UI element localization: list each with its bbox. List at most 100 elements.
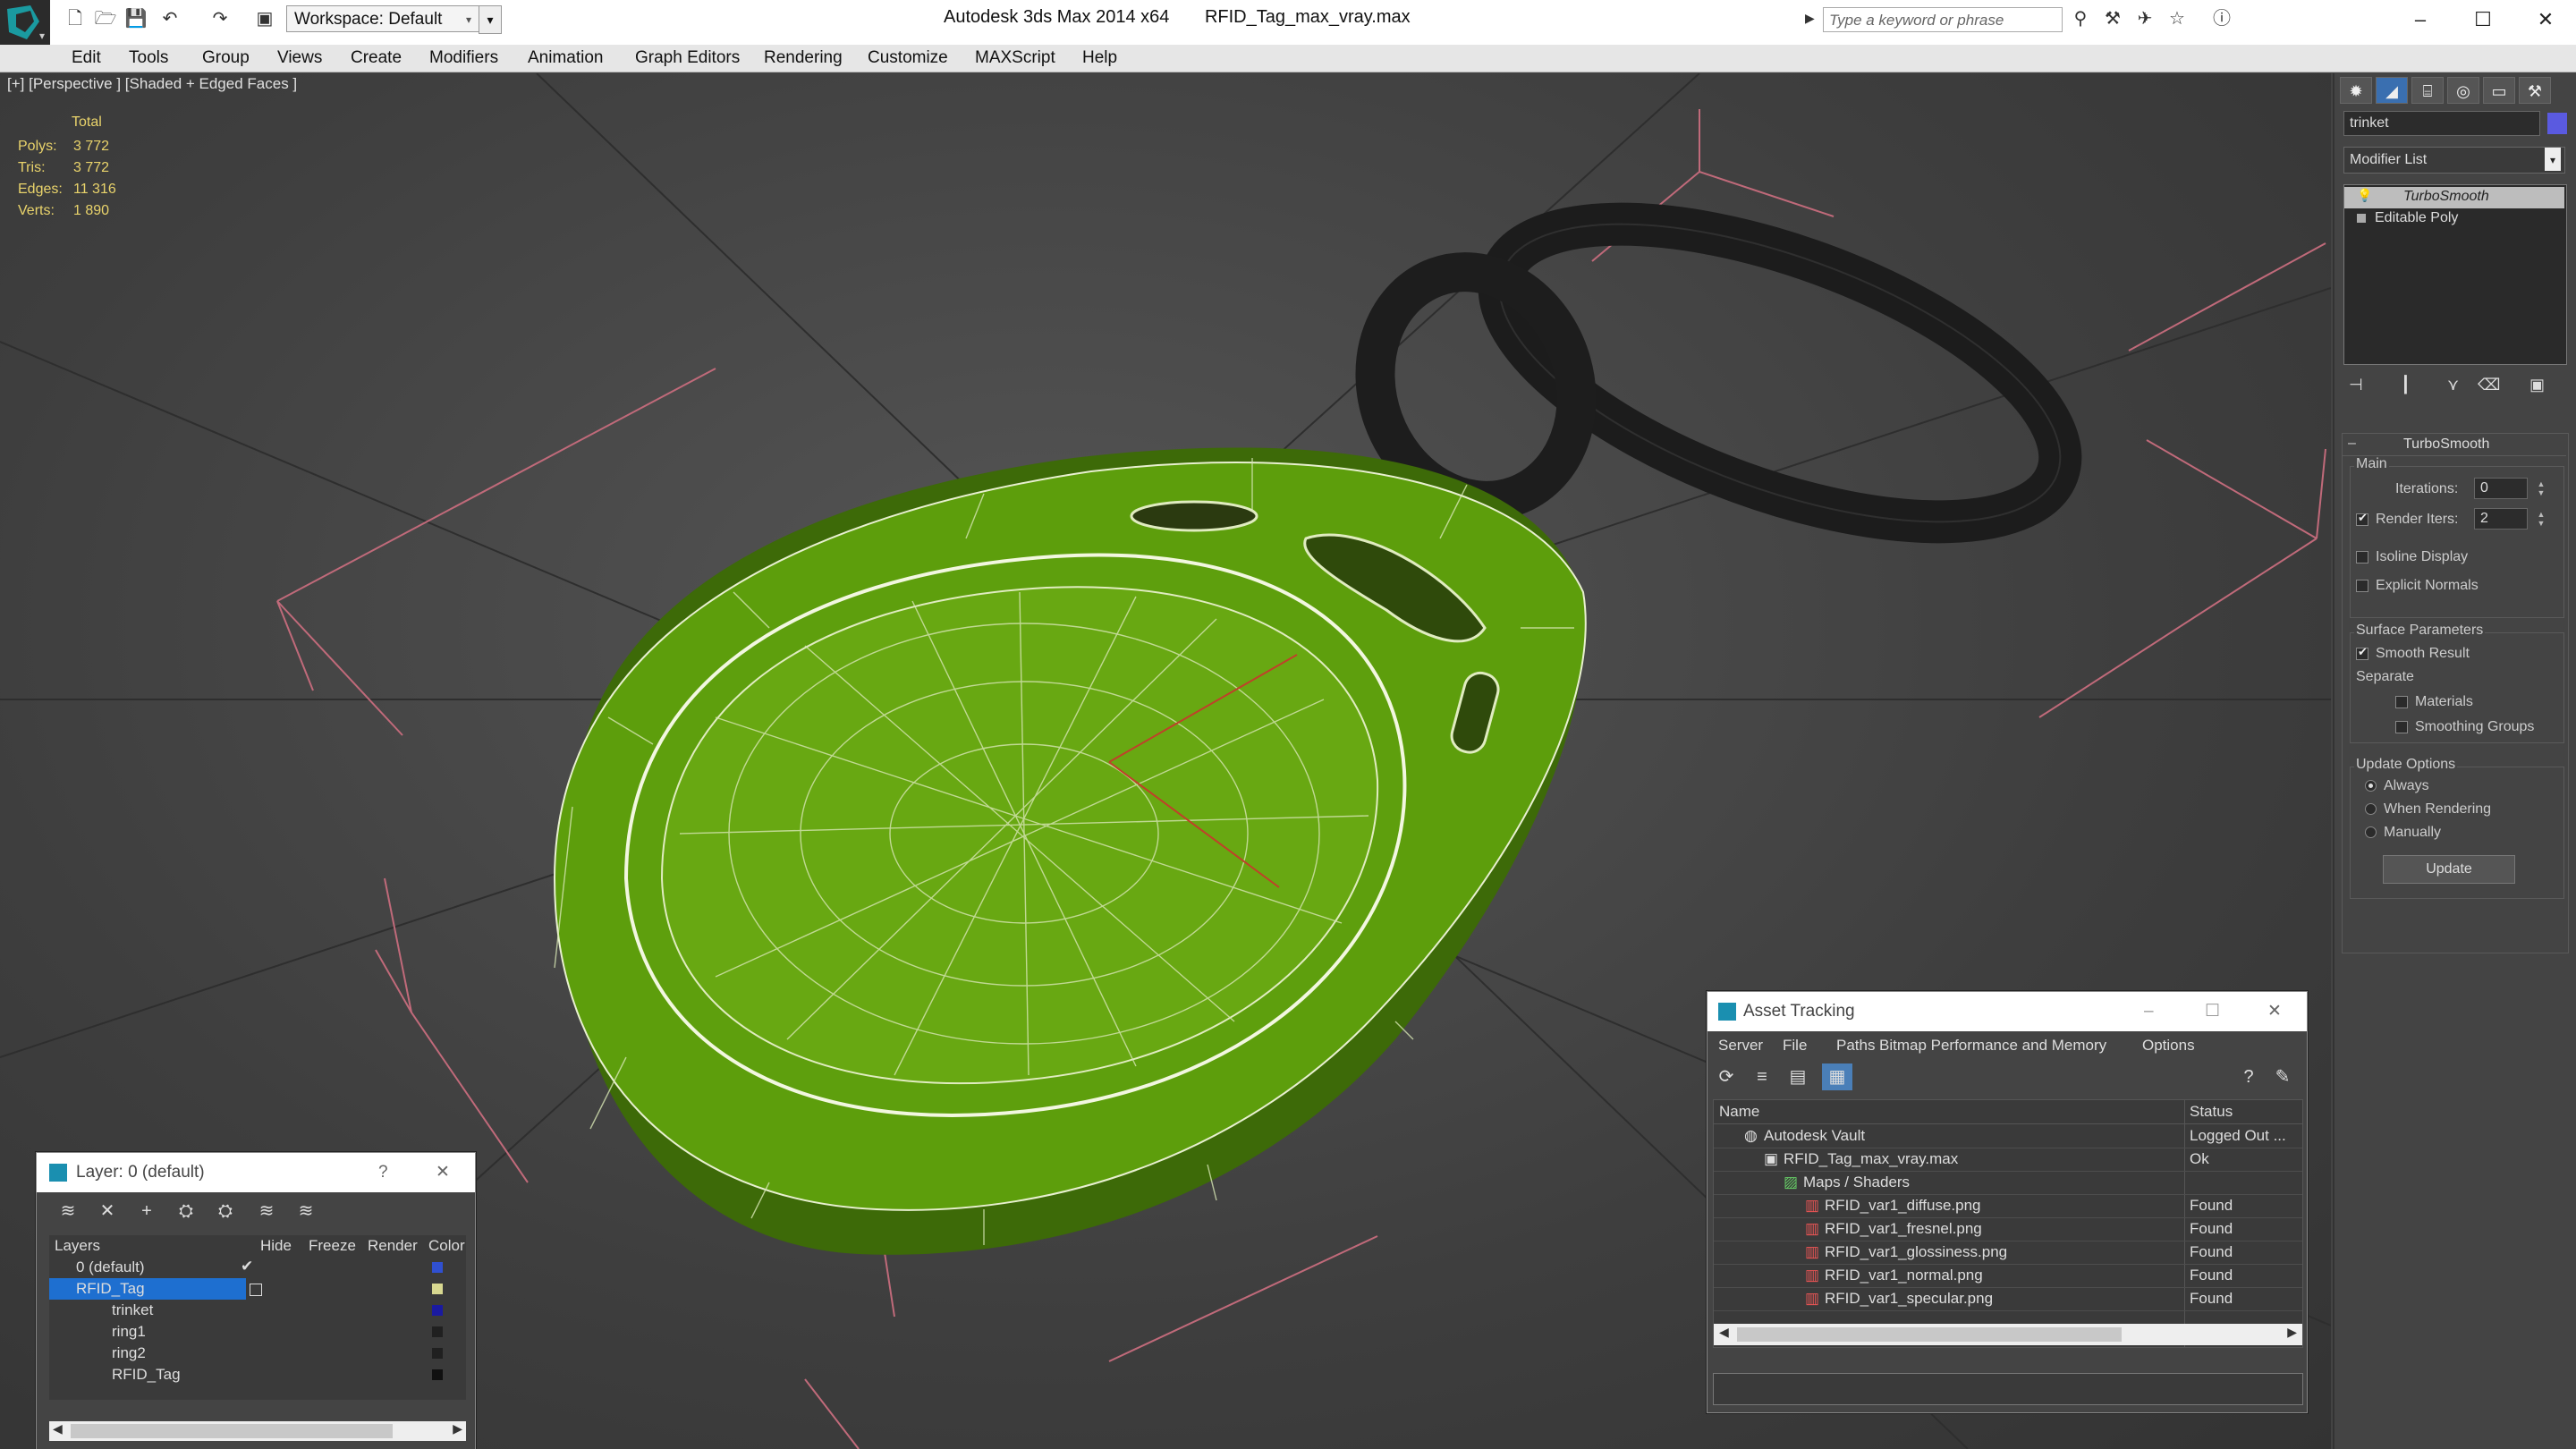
- help-button[interactable]: ?: [378, 1153, 388, 1192]
- layer-color-swatch[interactable]: [432, 1369, 443, 1380]
- highlight-icon[interactable]: ✎: [2267, 1063, 2298, 1090]
- asset-row[interactable]: ▥ RFID_var1_normal.png Found: [1714, 1265, 2302, 1288]
- scroll-right-icon[interactable]: ▶: [453, 1421, 462, 1436]
- workspace-dropdown-button[interactable]: ▾: [479, 5, 502, 34]
- layer-row[interactable]: RFID_Tag: [49, 1364, 466, 1385]
- col-name[interactable]: Name: [1719, 1103, 1759, 1121]
- render-iters-row[interactable]: Render Iters:: [2356, 511, 2458, 528]
- menu-views[interactable]: Views: [277, 48, 322, 68]
- explicit-normals-checkbox[interactable]: [2356, 579, 2368, 592]
- smoothing-groups-row[interactable]: Smoothing Groups: [2395, 719, 2534, 735]
- rollout-header[interactable]: – TurboSmooth: [2343, 434, 2566, 456]
- asset-row[interactable]: ▥ RFID_var1_specular.png Found: [1714, 1288, 2302, 1311]
- manually-row[interactable]: Manually: [2365, 825, 2441, 841]
- collapse-icon[interactable]: –: [2348, 436, 2356, 452]
- object-name-field[interactable]: trinket: [2343, 111, 2540, 136]
- close-icon[interactable]: ✕: [2519, 4, 2572, 36]
- render-iters-checkbox[interactable]: [2356, 511, 2368, 526]
- layer-row-selected[interactable]: RFID_Tag: [49, 1278, 246, 1300]
- horizontal-scrollbar[interactable]: ◀ ▶: [49, 1421, 466, 1441]
- menu-customize[interactable]: Customize: [868, 48, 948, 68]
- render-iters-field[interactable]: 2: [2474, 508, 2528, 530]
- stack-item-turbosmooth[interactable]: 💡 TurboSmooth: [2344, 187, 2564, 208]
- menu-create[interactable]: Create: [351, 48, 402, 68]
- delete-layer-icon[interactable]: ✕: [92, 1198, 123, 1224]
- asset-row[interactable]: ▥ RFID_var1_fresnel.png Found: [1714, 1218, 2302, 1241]
- col-render[interactable]: Render: [368, 1237, 418, 1255]
- list-view-icon[interactable]: ≡: [1747, 1063, 1777, 1090]
- communication-icon[interactable]: ✈: [2132, 7, 2157, 30]
- col-freeze[interactable]: Freeze: [309, 1237, 356, 1255]
- close-icon[interactable]: ✕: [436, 1153, 450, 1192]
- scroll-thumb[interactable]: [1737, 1327, 2122, 1342]
- layer-color-swatch[interactable]: [432, 1348, 443, 1359]
- explicit-normals-row[interactable]: Explicit Normals: [2356, 578, 2479, 594]
- pin-stack-icon[interactable]: ⊣: [2349, 376, 2363, 394]
- menu-edit[interactable]: Edit: [72, 48, 101, 68]
- menu-maxscript[interactable]: MAXScript: [975, 48, 1055, 68]
- workspace-select[interactable]: Workspace: Default ▾ ▾: [286, 5, 502, 34]
- materials-checkbox[interactable]: [2395, 695, 2408, 708]
- freeze-all-icon[interactable]: ≋: [291, 1198, 321, 1224]
- create-tab-icon[interactable]: ✹: [2340, 77, 2372, 104]
- select-in-layer-icon[interactable]: ⛭: [171, 1198, 201, 1224]
- iterations-field[interactable]: 0: [2474, 478, 2528, 499]
- help-icon[interactable]: ?: [2233, 1063, 2264, 1090]
- asset-menu-paths[interactable]: Paths: [1836, 1037, 1875, 1055]
- perspective-viewport[interactable]: [+] [Perspective ] [Shaded + Edged Faces…: [0, 73, 2331, 1449]
- layer-color-swatch[interactable]: [432, 1284, 443, 1294]
- display-tab-icon[interactable]: ▭: [2483, 77, 2515, 104]
- isoline-row[interactable]: Isoline Display: [2356, 549, 2468, 565]
- layer-color-swatch[interactable]: [432, 1326, 443, 1337]
- horizontal-scrollbar[interactable]: ◀ ▶: [1714, 1324, 2302, 1345]
- favorites-icon[interactable]: ☆: [2165, 7, 2190, 30]
- asset-window-titlebar[interactable]: Asset Tracking – ☐ ✕: [1707, 992, 2307, 1031]
- undo-icon[interactable]: ↶: [157, 7, 182, 30]
- asset-menu-options[interactable]: Options: [2142, 1037, 2195, 1055]
- table-view-icon[interactable]: ▤: [1783, 1063, 1813, 1090]
- asset-row[interactable]: ◍ Autodesk Vault Logged Out ...: [1714, 1125, 2302, 1148]
- save-icon[interactable]: 💾: [123, 7, 148, 30]
- asset-row[interactable]: ▣ RFID_Tag_max_vray.max Ok: [1714, 1148, 2302, 1172]
- lightbulb-icon[interactable]: 💡: [2357, 188, 2372, 203]
- layer-window[interactable]: Layer: 0 (default) ? ✕ ≋ ✕ + ⛭ ⛭ ≋ ≋ Lay…: [36, 1152, 476, 1449]
- new-file-icon[interactable]: 🗋: [63, 7, 88, 30]
- binoculars-icon[interactable]: ⚲: [2068, 7, 2093, 30]
- smooth-result-row[interactable]: Smooth Result: [2356, 645, 2470, 662]
- configure-sets-icon[interactable]: ▣: [2529, 376, 2545, 394]
- close-icon[interactable]: ✕: [2267, 992, 2282, 1031]
- grid-view-icon[interactable]: ▦: [1822, 1063, 1852, 1090]
- asset-tracking-window[interactable]: Asset Tracking – ☐ ✕ Server File Paths B…: [1707, 991, 2308, 1413]
- spinner-icon[interactable]: ▲ ▼: [2535, 479, 2547, 497]
- col-status[interactable]: Status: [2190, 1103, 2233, 1121]
- remove-modifier-icon[interactable]: ⌫: [2478, 376, 2500, 394]
- layer-row[interactable]: trinket: [49, 1300, 466, 1321]
- scroll-left-icon[interactable]: ◀: [53, 1421, 63, 1436]
- always-row[interactable]: Always: [2365, 778, 2429, 794]
- layer-row[interactable]: ring1: [49, 1321, 466, 1343]
- asset-menu-bitmap[interactable]: Bitmap Performance and Memory: [1879, 1037, 2106, 1055]
- hide-all-icon[interactable]: ≋: [251, 1198, 282, 1224]
- menu-group[interactable]: Group: [202, 48, 250, 68]
- scroll-right-icon[interactable]: ▶: [2287, 1325, 2297, 1340]
- utilities-tab-icon[interactable]: ⚒: [2519, 77, 2551, 104]
- asset-row[interactable]: ▨ Maps / Shaders: [1714, 1172, 2302, 1195]
- smooth-result-checkbox[interactable]: [2356, 645, 2368, 660]
- always-radio[interactable]: [2365, 780, 2377, 792]
- active-layer-check-icon[interactable]: ✔: [241, 1258, 253, 1275]
- maximize-icon[interactable]: ☐: [2456, 4, 2510, 36]
- highlight-layer-icon[interactable]: ⛭: [210, 1198, 241, 1224]
- maximize-icon[interactable]: ☐: [2205, 992, 2220, 1031]
- hierarchy-tab-icon[interactable]: ⌸: [2411, 77, 2444, 104]
- menu-help[interactable]: Help: [1082, 48, 1117, 68]
- col-hide[interactable]: Hide: [260, 1237, 292, 1255]
- make-unique-icon[interactable]: ⋎: [2447, 376, 2459, 394]
- spinner-icon[interactable]: ▲ ▼: [2535, 510, 2547, 528]
- minimize-icon[interactable]: –: [2144, 992, 2154, 1031]
- expand-icon[interactable]: [2357, 214, 2366, 223]
- refresh-icon[interactable]: ⟳: [1711, 1063, 1741, 1090]
- show-end-result-icon[interactable]: ┃: [2401, 376, 2411, 394]
- menu-animation[interactable]: Animation: [528, 48, 604, 68]
- redo-icon[interactable]: ↷: [208, 7, 233, 30]
- project-folder-icon[interactable]: ▣: [252, 7, 277, 30]
